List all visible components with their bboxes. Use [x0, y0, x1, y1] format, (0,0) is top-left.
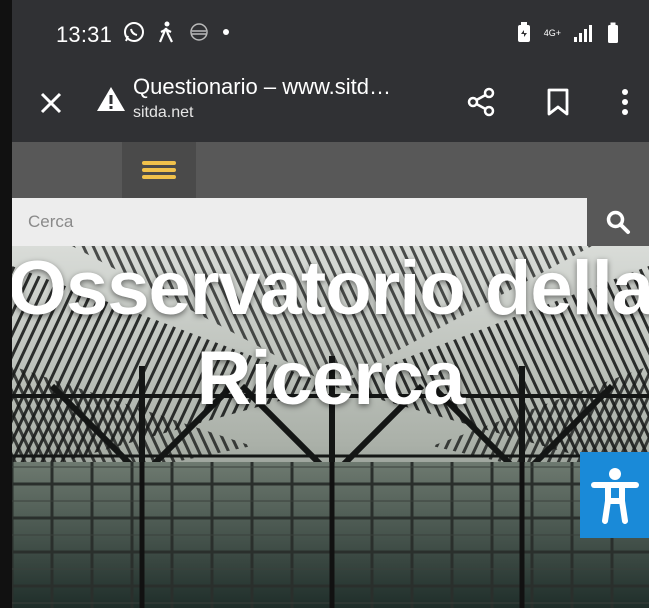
notification-icons — [122, 20, 230, 44]
browser-toolbar: Questionario – www.sitd… sitda.net — [12, 70, 649, 142]
accessibility-icon — [590, 468, 639, 524]
system-icons: 4G+ — [516, 22, 619, 44]
hero-title-line1: Osservatorio della — [12, 246, 649, 331]
page-url[interactable]: sitda.net — [133, 104, 193, 122]
hero-title-line2: Ricerca — [196, 336, 466, 421]
status-bar: 13:31 4G+ — [12, 0, 649, 70]
page-title[interactable]: Questionario – www.sitd… — [133, 74, 391, 100]
search-icon — [606, 210, 630, 234]
more-vert-icon — [622, 89, 628, 115]
battery-saver-icon — [517, 22, 530, 42]
bookmark-button[interactable] — [540, 84, 576, 120]
site-nav-bar — [12, 142, 649, 198]
hero-title: Osservatorio della Ricerca — [12, 246, 649, 424]
battery-icon — [608, 22, 618, 43]
bookmark-icon — [547, 88, 569, 116]
screen-edge — [0, 0, 12, 608]
share-icon — [467, 87, 495, 117]
signal-icon — [574, 25, 592, 42]
more-options-button[interactable] — [607, 84, 643, 120]
app-notification-icon — [190, 23, 208, 41]
warning-icon[interactable] — [96, 84, 126, 114]
search-bar — [12, 198, 649, 246]
hero-banner: Osservatorio della Ricerca — [12, 246, 649, 608]
close-icon[interactable] — [36, 88, 66, 118]
hamburger-icon — [142, 158, 176, 182]
whatsapp-icon — [124, 22, 144, 42]
more-notifications-dot — [223, 29, 229, 35]
accessibility-button[interactable] — [580, 452, 649, 538]
menu-button[interactable] — [122, 142, 196, 198]
search-input[interactable] — [12, 198, 587, 246]
status-time: 13:31 — [56, 22, 113, 47]
search-button[interactable] — [587, 198, 649, 246]
share-button[interactable] — [463, 84, 499, 120]
network-type: 4G+ — [543, 27, 561, 38]
walking-icon — [158, 21, 173, 43]
